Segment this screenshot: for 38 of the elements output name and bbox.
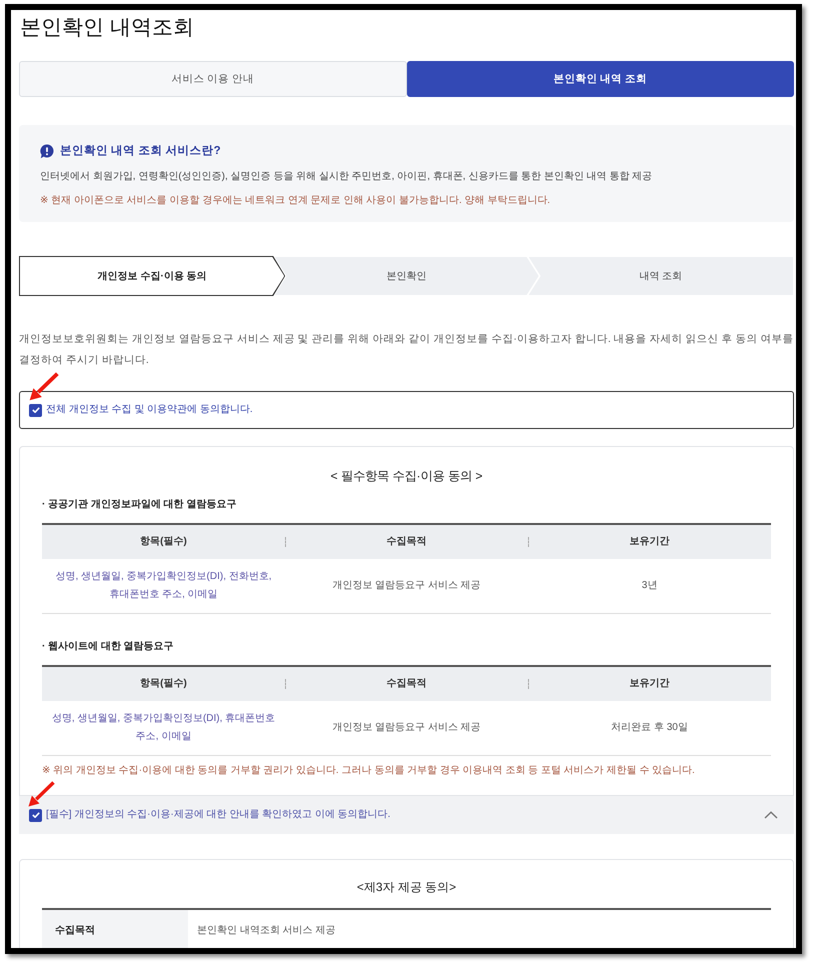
table-cell: 3년	[528, 559, 771, 614]
tab[interactable]: 서비스 이용 안내	[19, 61, 406, 97]
table-header-cell: 항목(필수)	[42, 524, 285, 559]
checkbox[interactable]	[29, 808, 42, 822]
agree-all-label[interactable]: 전체 개인정보 수집 및 이용약관에 동의합니다.	[46, 401, 253, 419]
section-heading: · 웹사이트에 대한 열람등요구	[42, 640, 175, 654]
progress-step: 내역 조회	[528, 256, 794, 296]
section-heading: · 공공기관 개인정보파일에 대한 열람등요구	[42, 498, 238, 512]
third-party-title: <제3자 제공 동의>	[356, 879, 458, 896]
annotation-arrow-icon	[28, 372, 59, 402]
tab[interactable]: 본인확인 내역 조회	[406, 61, 794, 97]
info-description: 인터넷에서 회원가입, 연령확인(성인인증), 실명인증 등을 위해 실시한 주민번호, 아이핀, 휴대폰, 신용카드를 통한 본인확인 내역 통합 제공	[40, 170, 654, 184]
checkmark-icon	[32, 812, 40, 818]
checkmark-icon	[32, 407, 40, 413]
progress-step: 본인확인	[273, 256, 540, 296]
intro-text: 개인정보보호위원회는 개인정보 열람등요구 서비스 제공 및 관리를 위해 아래와 같이 개인정보를 수집·이용하고자 합니다. 내용을 자세히 읽으신 후 동의 여부를 결정하여 주시기 바랍니다.	[19, 332, 794, 368]
table-header-cell: 수집목적	[285, 524, 528, 559]
table-cell: 개인정보 열람등요구 서비스 제공	[285, 559, 528, 614]
consent-notice: ※ 위의 개인정보 수집·이용에 대한 동의를 거부할 권리가 있습니다. 그러나 동의를 거부할 경우 이용내역 조회 등 포털 서비스가 제한될 수 있습니다.	[42, 764, 696, 778]
table-cell: 성명, 생년월일, 중복가입확인정보(DI), 전화번호, 휴대폰번호 주소, 이메일	[42, 559, 285, 614]
table-cell: 개인정보 열람등요구 서비스 제공	[285, 701, 528, 756]
consent-title: < 필수항목 수집·이용 동의 >	[329, 468, 484, 485]
table-header-cell: 보유기간	[528, 524, 771, 559]
alert-bubble-icon	[40, 144, 54, 158]
checkbox[interactable]	[29, 404, 42, 416]
table-cell: 처리완료 후 30일	[528, 701, 771, 756]
info-notice: ※ 현재 아이폰으로 서비스를 이용할 경우에는 네트워크 연계 문제로 인해 사용이 불가능합니다. 양해 부탁드립니다.	[40, 194, 552, 208]
agreement-label[interactable]: [필수] 개인정보의 수집·이용·제공에 대한 안내를 확인하였고 이에 동의합니다.	[46, 806, 390, 824]
table-cell: 본인확인 내역조회 서비스 제공	[188, 909, 771, 948]
table-header-cell: 수집목적	[285, 666, 528, 701]
table-header-cell: 수집목적	[42, 909, 188, 948]
annotation-arrow-icon	[27, 781, 55, 808]
info-heading: 본인확인 내역 조회 서비스란?	[60, 144, 221, 159]
table-header-cell: 보유기간	[528, 666, 771, 701]
table-cell: 성명, 생년월일, 중복가입확인정보(DI), 휴대폰번호 주소, 이메일	[42, 701, 285, 756]
table-header-cell: 항목(필수)	[42, 666, 285, 701]
page-title: 본인확인 내역조회	[20, 15, 195, 41]
chevron-up-icon[interactable]	[764, 811, 778, 819]
